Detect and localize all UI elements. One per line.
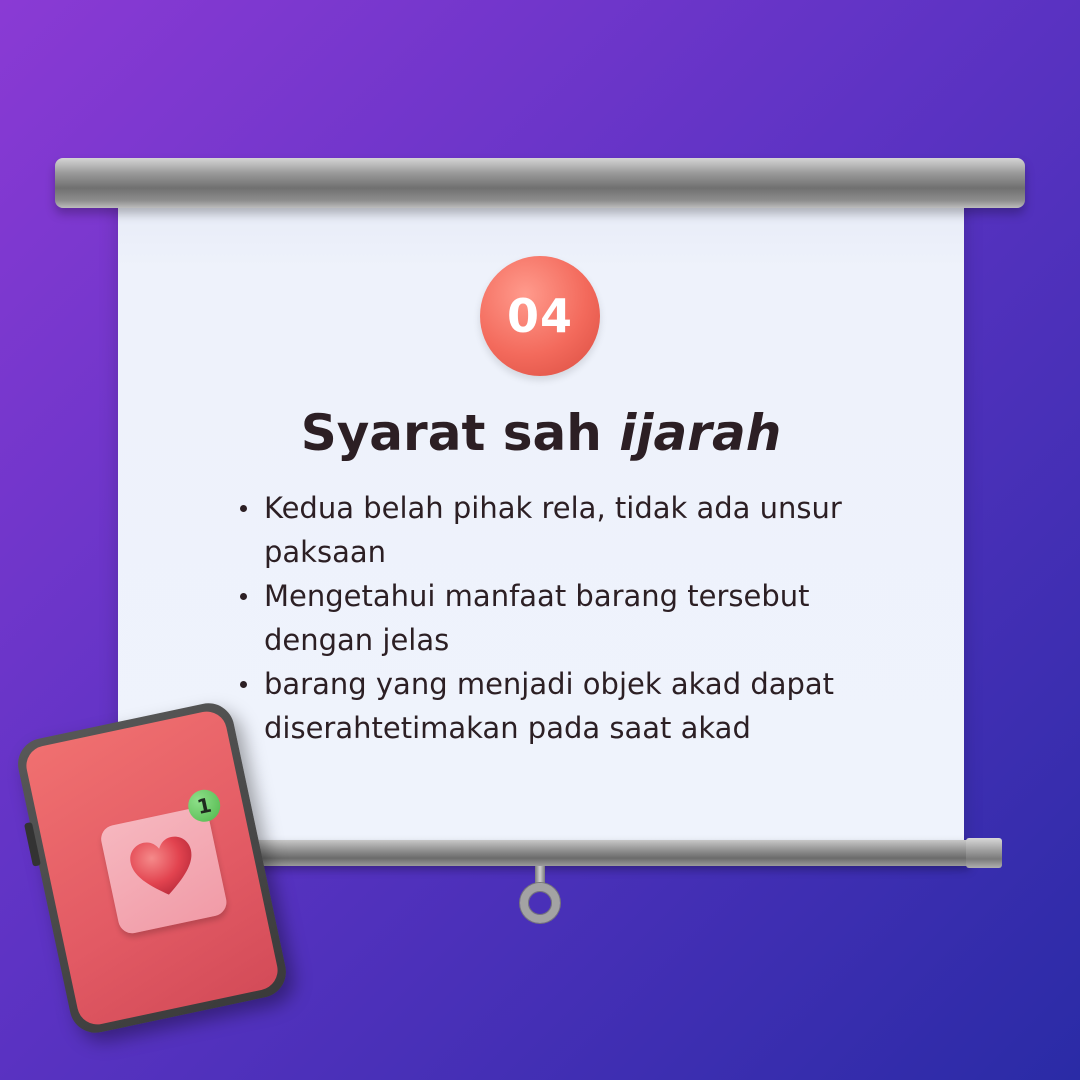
requirements-list: Kedua belah pihak rela, tidak ada unsur … bbox=[240, 486, 850, 750]
projector-bottom-cap bbox=[966, 838, 1002, 868]
projector-top-roller bbox=[55, 158, 1025, 208]
projector-bottom-bar bbox=[210, 840, 970, 866]
slide-title-emphasis: ijarah bbox=[619, 404, 782, 462]
pull-ring-icon bbox=[520, 883, 560, 923]
slide-number-badge: 04 bbox=[480, 256, 600, 376]
slide-title-text: Syarat sah bbox=[300, 404, 602, 462]
slide-title: Syarat sah ijarah bbox=[118, 404, 964, 462]
heart-icon bbox=[130, 836, 192, 895]
list-item: Mengetahui manfaat barang tersebut denga… bbox=[240, 574, 850, 662]
list-item: Kedua belah pihak rela, tidak ada unsur … bbox=[240, 486, 850, 574]
list-item: barang yang menjadi objek akad dapat dis… bbox=[240, 662, 850, 750]
like-card bbox=[98, 805, 230, 936]
